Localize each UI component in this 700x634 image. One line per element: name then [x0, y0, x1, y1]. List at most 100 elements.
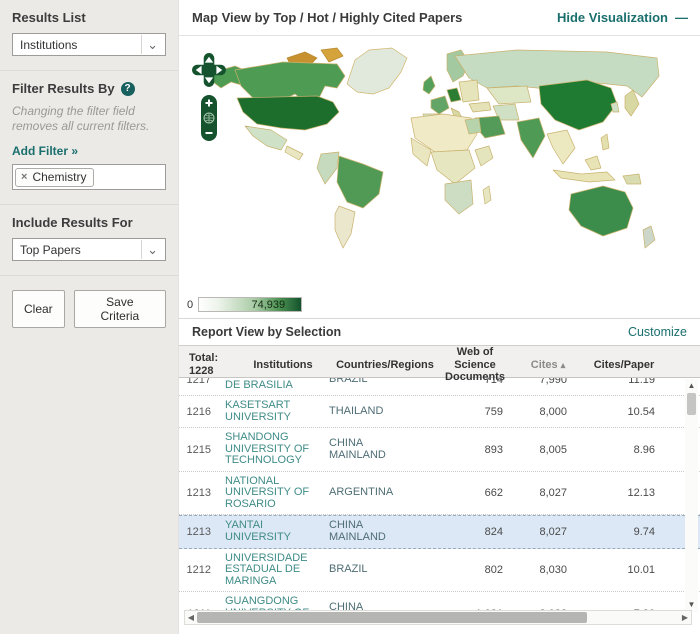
country-cell: THAILAND — [329, 406, 403, 418]
region-philippines[interactable] — [601, 134, 609, 150]
region-canada[interactable] — [235, 62, 345, 102]
cites-cell: 8,027 — [509, 487, 575, 499]
documents-cell: 893 — [429, 444, 509, 456]
region-papua-new-guinea[interactable] — [623, 174, 641, 184]
table-row[interactable]: 1213YANTAI UNIVERSITYCHINA MAINLAND8248,… — [179, 515, 700, 548]
filter-tag-label: Chemistry — [32, 170, 86, 184]
map-panel-title: Map View by Top / Hot / Highly Cited Pap… — [192, 10, 462, 25]
region-china[interactable] — [539, 80, 617, 130]
map-controls — [191, 52, 227, 142]
region-turkey[interactable] — [469, 102, 491, 112]
scroll-up-icon[interactable]: ▲ — [688, 379, 696, 393]
region-mexico[interactable] — [245, 126, 287, 150]
horizontal-scroll-thumb[interactable] — [197, 612, 587, 623]
region-indonesia[interactable] — [553, 170, 615, 182]
pan-control[interactable] — [191, 52, 227, 88]
cites-per-paper-cell: 11.19 — [575, 378, 661, 386]
country-cell: BRAZIL — [329, 378, 403, 385]
include-results-select[interactable]: Top Papers ⌄ — [12, 238, 166, 261]
table-row[interactable]: 1216KASETSART UNIVERSITYTHAILAND7598,000… — [179, 396, 700, 428]
filter-heading-label: Filter Results By — [12, 81, 115, 96]
col-cites-per-paper[interactable]: Cites/Paper — [581, 359, 667, 372]
horizontal-scrollbar[interactable]: ◀ ▶ — [184, 610, 692, 625]
remove-filter-icon[interactable]: × — [21, 171, 27, 183]
cites-cell: 8,027 — [509, 526, 575, 538]
region-india[interactable] — [517, 118, 545, 158]
scroll-left-icon[interactable]: ◀ — [185, 613, 197, 622]
institution-cell: KASETSART UNIVERSITY — [225, 400, 319, 423]
results-list-select[interactable]: Institutions ⌄ — [12, 33, 166, 56]
cites-cell: 8,030 — [509, 564, 575, 576]
help-icon[interactable]: ? — [121, 82, 135, 96]
legend-gradient: 74,939 — [198, 297, 302, 312]
region-france[interactable] — [431, 96, 449, 114]
total-count: Total: 1228 — [185, 352, 231, 377]
table-body: 1217UNIVERSIDADE DE BRASILIABRAZIL7147,9… — [179, 378, 700, 611]
filter-tag-box[interactable]: × Chemistry — [12, 164, 166, 190]
col-cites-label: Cites — [531, 359, 558, 371]
esi-app: Results List Institutions ⌄ Filter Resul… — [0, 0, 700, 634]
sort-ascending-icon: ▴ — [561, 360, 566, 370]
cites-per-paper-cell: 9.74 — [575, 526, 661, 538]
region-colombia-peru[interactable] — [317, 152, 339, 184]
country-cell: CHINA MAINLAND — [329, 520, 403, 543]
region-east-africa[interactable] — [475, 146, 493, 166]
region-australia[interactable] — [569, 186, 633, 236]
country-cell: BRAZIL — [329, 564, 403, 576]
main-panel: Map View by Top / Hot / Highly Cited Pap… — [179, 0, 700, 634]
hide-visualization-link[interactable]: Hide Visualization — — [557, 10, 687, 25]
institution-cell: SHANDONG UNIVERSITY OF TECHNOLOGY — [225, 432, 319, 467]
institution-cell: NATIONAL UNIVERSITY OF ROSARIO — [225, 476, 319, 511]
region-new-zealand[interactable] — [643, 226, 655, 248]
region-south-africa[interactable] — [445, 180, 473, 214]
region-arctic-islands[interactable] — [321, 48, 343, 62]
region-argentina[interactable] — [335, 206, 355, 248]
legend-max: 74,939 — [251, 299, 285, 311]
scroll-right-icon[interactable]: ▶ — [679, 613, 691, 622]
filter-tag-chemistry[interactable]: × Chemistry — [15, 168, 94, 187]
include-results-section: Include Results For Top Papers ⌄ — [0, 205, 178, 276]
rank-cell: 1212 — [179, 564, 225, 576]
col-institutions[interactable]: Institutions — [231, 359, 335, 372]
table-row[interactable]: 1212UNIVERSIDADE ESTADUAL DE MARINGABRAZ… — [179, 549, 700, 593]
documents-cell: 824 — [429, 526, 509, 538]
region-southeast-asia[interactable] — [547, 130, 575, 164]
region-borneo[interactable] — [585, 156, 601, 170]
region-brazil[interactable] — [337, 156, 383, 208]
table-row[interactable]: 1217UNIVERSIDADE DE BRASILIABRAZIL7147,9… — [179, 378, 700, 396]
add-filter-link[interactable]: Add Filter » — [12, 144, 78, 158]
total-label: Total: — [189, 352, 231, 365]
world-map[interactable] — [187, 42, 687, 282]
region-greenland[interactable] — [347, 48, 407, 94]
report-table: Total: 1228 Institutions Countries/Regio… — [179, 345, 700, 634]
region-eastern-europe[interactable] — [459, 80, 479, 102]
country-cell: ARGENTINA — [329, 487, 403, 499]
save-criteria-button[interactable]: Save Criteria — [74, 290, 166, 328]
region-uk[interactable] — [423, 76, 435, 94]
vertical-scroll-thumb[interactable] — [687, 393, 696, 415]
table-row[interactable]: 1215SHANDONG UNIVERSITY OF TECHNOLOGYCHI… — [179, 428, 700, 472]
customize-link[interactable]: Customize — [628, 325, 687, 339]
region-usa[interactable] — [237, 96, 339, 130]
col-cites[interactable]: Cites ▴ — [515, 359, 581, 372]
region-germany[interactable] — [447, 88, 461, 102]
rank-cell: 1213 — [179, 487, 225, 499]
table-row[interactable]: 1213NATIONAL UNIVERSITY OF ROSARIO ARGENT… — [179, 472, 700, 516]
clear-button[interactable]: Clear — [12, 290, 65, 328]
region-japan[interactable] — [625, 90, 639, 116]
results-list-heading: Results List — [12, 10, 166, 25]
filter-heading: Filter Results By ? — [12, 81, 166, 96]
col-countries[interactable]: Countries/Regions — [335, 359, 435, 372]
country-cell: CHINA MAINLAND — [329, 438, 403, 461]
cites-per-paper-cell: 12.13 — [575, 487, 661, 499]
vertical-scrollbar[interactable]: ▲ ▼ — [685, 379, 698, 612]
region-central-africa[interactable] — [431, 150, 475, 184]
region-madagascar[interactable] — [483, 186, 491, 204]
region-central-asia[interactable] — [487, 86, 531, 104]
zoom-control[interactable] — [200, 94, 218, 142]
map-legend: 0 74,939 — [187, 297, 302, 312]
documents-cell: 714 — [429, 378, 509, 386]
table-row[interactable]: 1211GUANGDONG UNIVERSITY OF TECHNOLOGYCH… — [179, 592, 700, 611]
report-header: Report View by Selection Customize — [179, 318, 700, 345]
region-central-america[interactable] — [285, 146, 303, 160]
